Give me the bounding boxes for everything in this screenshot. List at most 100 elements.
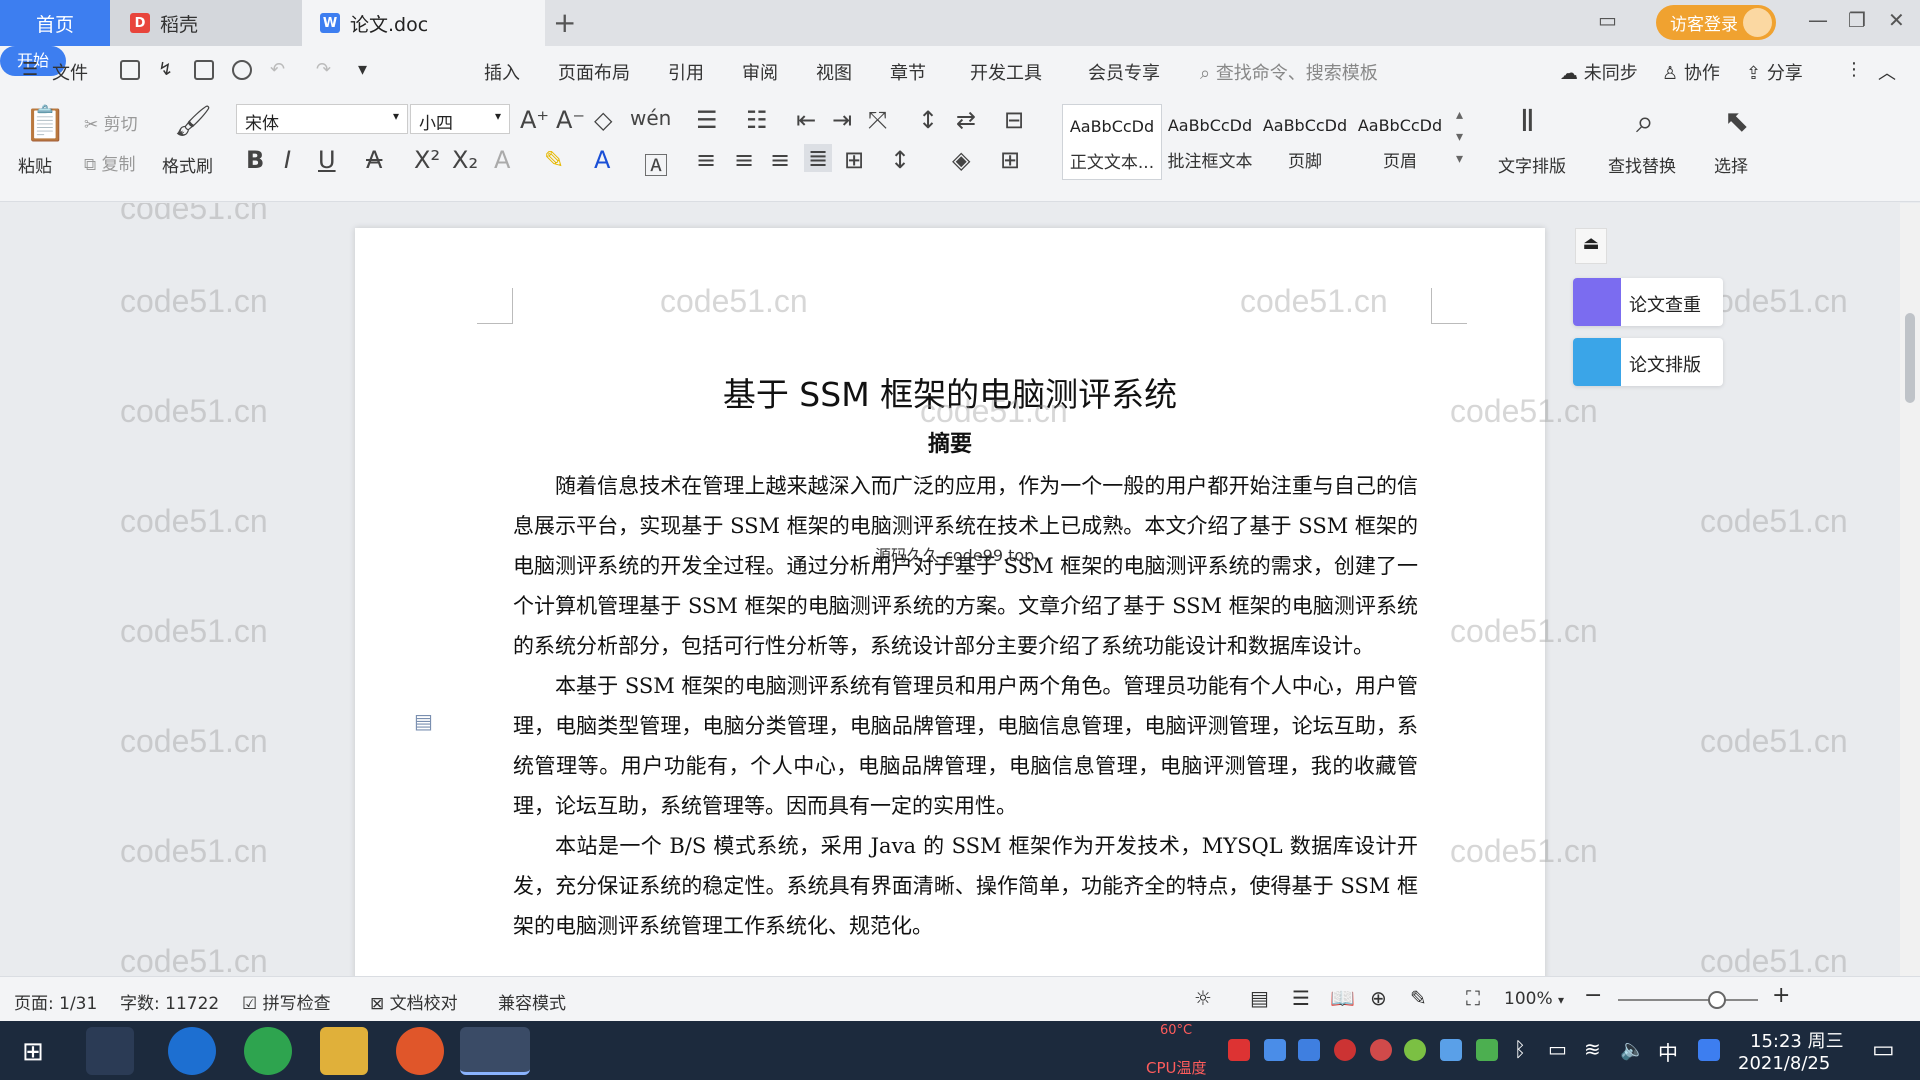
shield-icon[interactable] — [1298, 1039, 1320, 1061]
style-header[interactable]: AaBbCcDd 页眉 — [1350, 104, 1450, 180]
style-comment[interactable]: AaBbCcDd 批注框文本 — [1160, 104, 1260, 180]
visitor-login-button[interactable]: 访客登录 — [1656, 5, 1776, 40]
tab-shell[interactable]: D 稻壳 — [110, 0, 302, 46]
document-body[interactable]: 随着信息技术在管理上越来越深入而广泛的应用，作为一个一般的用户都开始注重与自己的… — [513, 466, 1418, 946]
pen-icon[interactable]: ✎ — [1410, 986, 1427, 1010]
scrollbar-thumb[interactable] — [1905, 313, 1915, 403]
more-icon[interactable]: ⋮ — [1845, 59, 1863, 80]
undo-icon[interactable]: ↶ — [270, 59, 285, 80]
text-layout-icon[interactable]: Ⅱ — [1520, 104, 1535, 139]
print-icon[interactable] — [194, 60, 214, 80]
align-justify-icon[interactable]: ≣ — [804, 144, 833, 172]
paste-button[interactable]: 粘贴 — [18, 152, 52, 177]
bullet-list-icon[interactable]: ☰ — [696, 106, 718, 134]
paragraph-marker-icon[interactable]: ▤ — [414, 709, 433, 733]
text-layout-button[interactable]: 文字排版 — [1498, 152, 1566, 177]
align-left-icon[interactable]: ≡ — [696, 146, 716, 174]
menu-page-layout[interactable]: 页面布局 — [558, 59, 630, 85]
app-icon[interactable] — [86, 1027, 134, 1075]
tray-icon[interactable] — [1264, 1039, 1286, 1061]
fit-page-icon[interactable]: ⛶ — [1466, 986, 1480, 1010]
format-painter-icon[interactable]: 🖌 — [174, 104, 212, 139]
cursor-icon[interactable]: ⬉ — [1724, 104, 1749, 139]
select-button[interactable]: 选择 — [1714, 152, 1748, 177]
chevron-down-icon[interactable]: ▾ — [358, 59, 367, 80]
clock-date[interactable]: 2021/8/25 — [1738, 1053, 1830, 1074]
page-view-icon[interactable]: ▤ — [1250, 986, 1269, 1010]
menu-dev-tools[interactable]: 开发工具 — [970, 59, 1042, 85]
ie-browser-icon[interactable] — [168, 1027, 216, 1075]
subscript-icon[interactable]: X₂ — [452, 146, 478, 174]
browser-360-icon[interactable] — [244, 1027, 292, 1075]
increase-indent-icon[interactable]: ⇥ — [832, 106, 852, 134]
preview-icon[interactable] — [232, 60, 252, 80]
menu-chapter[interactable]: 章节 — [890, 59, 926, 85]
paste-icon[interactable]: 📋 — [24, 104, 66, 144]
copy-button[interactable]: ⧉ 复制 — [84, 150, 136, 175]
command-search[interactable]: ⌕ 查找命令、搜索模板 — [1200, 59, 1378, 85]
menu-insert[interactable]: 插入 — [484, 59, 520, 85]
shrink-font-icon[interactable]: A⁻ — [556, 106, 585, 134]
sort-icon[interactable]: ↕ — [918, 106, 938, 134]
find-replace-button[interactable]: 查找替换 — [1608, 152, 1676, 177]
hamburger-icon[interactable]: ☰ — [22, 59, 38, 80]
share-button[interactable]: ⇪ 分享 — [1746, 59, 1803, 85]
word-count[interactable]: 字数: 11722 — [120, 989, 219, 1014]
web-view-icon[interactable]: ⊕ — [1370, 986, 1387, 1010]
distribute-icon[interactable]: ⊞ — [844, 146, 864, 174]
battery-icon[interactable]: ▭ — [1548, 1037, 1567, 1061]
italic-icon[interactable]: I — [284, 146, 291, 174]
tray-icon[interactable] — [1440, 1039, 1462, 1061]
tray-icon[interactable] — [1698, 1039, 1720, 1061]
zoom-level-select[interactable]: 100% ▾ — [1504, 989, 1564, 1009]
line-spacing-icon[interactable]: ↕ — [890, 146, 910, 174]
tray-icon[interactable] — [1334, 1039, 1356, 1061]
redo-icon[interactable]: ↷ — [316, 59, 331, 80]
collapse-ribbon-icon[interactable]: ︿ — [1878, 59, 1896, 85]
numbered-list-icon[interactable]: ☷ — [746, 106, 768, 134]
collapse-panel-button[interactable]: ⏏ — [1575, 228, 1607, 264]
zoom-slider[interactable] — [1618, 999, 1758, 1001]
sync-button[interactable]: ☁ 未同步 — [1560, 59, 1638, 85]
text-direction-icon[interactable]: ⤧ — [868, 106, 887, 134]
clock-time[interactable]: 15:23 周三 — [1750, 1027, 1844, 1053]
volume-icon[interactable]: 🔈 — [1620, 1037, 1645, 1061]
underline-icon[interactable]: U — [318, 146, 336, 174]
menu-file[interactable]: 文件 — [52, 59, 88, 85]
zoom-out-icon[interactable]: − — [1584, 983, 1602, 1008]
document-page[interactable]: 基于 SSM 框架的电脑测评系统 摘要 随着信息技术在管理上越来越深入而广泛的应… — [355, 228, 1545, 976]
align-center-icon[interactable]: ≡ — [734, 146, 754, 174]
wps-writer-icon[interactable] — [460, 1027, 530, 1075]
tab-document[interactable]: W 论文.doc — [302, 0, 545, 46]
paper-check-button[interactable]: 论文查重 — [1573, 278, 1723, 326]
clear-format-icon[interactable]: ◇ — [594, 106, 612, 134]
tray-icon[interactable] — [1404, 1039, 1426, 1061]
superscript-icon[interactable]: X² — [414, 146, 440, 174]
menu-references[interactable]: 引用 — [668, 59, 704, 85]
wifi-icon[interactable]: ≋ — [1584, 1037, 1601, 1061]
read-view-icon[interactable]: 📖 — [1330, 986, 1355, 1010]
eye-protect-icon[interactable]: ☼ — [1194, 986, 1212, 1010]
windows-start-icon[interactable]: ⊞ — [22, 1037, 44, 1067]
tray-icon[interactable] — [1476, 1039, 1498, 1061]
paper-layout-button[interactable]: 论文排版 — [1573, 338, 1723, 386]
outline-view-icon[interactable]: ☰ — [1292, 986, 1310, 1010]
layout-icon[interactable]: ▭ — [1598, 8, 1617, 32]
restore-icon[interactable]: ❐ — [1848, 8, 1866, 32]
vertical-scrollbar[interactable] — [1900, 203, 1920, 976]
find-icon[interactable]: ⌕ — [1636, 102, 1654, 141]
save-icon[interactable] — [120, 60, 140, 80]
close-icon[interactable]: ✕ — [1888, 8, 1905, 32]
bluetooth-icon[interactable]: ᛒ — [1514, 1037, 1526, 1061]
borders-icon[interactable]: ⊞ — [1000, 146, 1020, 174]
style-normal[interactable]: AaBbCcDd 正文文本... — [1062, 104, 1162, 180]
strikethrough-icon[interactable]: A — [366, 146, 382, 174]
decrease-indent-icon[interactable]: ⇤ — [796, 106, 816, 134]
font-name-select[interactable]: 宋体 ▾ — [236, 104, 408, 134]
app-icon[interactable] — [396, 1027, 444, 1075]
zoom-slider-knob[interactable] — [1708, 991, 1726, 1009]
file-explorer-icon[interactable] — [320, 1027, 368, 1075]
format-painter-button[interactable]: 格式刷 — [162, 152, 213, 177]
grow-font-icon[interactable]: A⁺ — [520, 106, 549, 134]
menu-member[interactable]: 会员专享 — [1088, 59, 1160, 85]
